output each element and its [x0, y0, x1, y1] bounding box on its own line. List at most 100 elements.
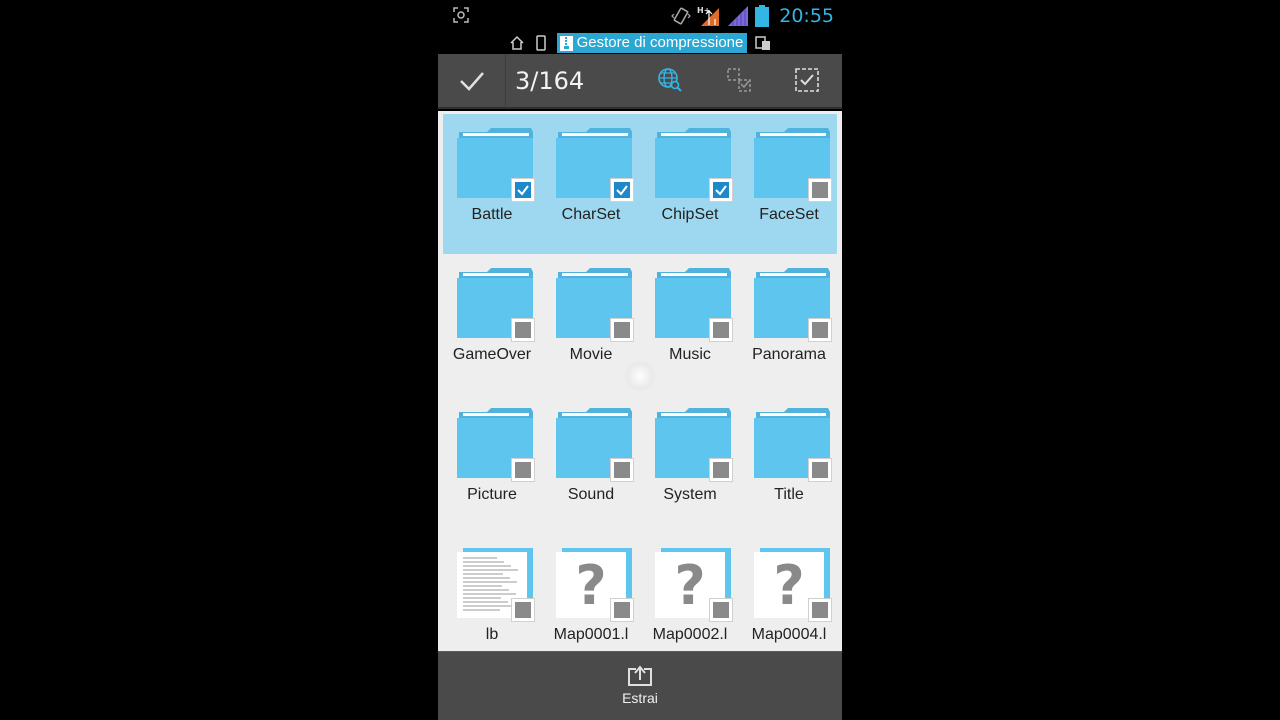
folder-icon — [556, 268, 634, 342]
grid-item[interactable]: Music — [641, 254, 739, 394]
grid-item-label: Panorama — [752, 346, 826, 363]
grid-item[interactable]: CharSet — [542, 114, 640, 254]
checkbox-fill — [713, 322, 729, 338]
phone-icon — [535, 35, 546, 51]
checkbox-fill — [614, 602, 630, 618]
svg-text:?: ? — [575, 554, 606, 617]
checkbox-unchecked[interactable] — [808, 318, 832, 342]
grid-item-label: Map0002.l — [652, 626, 728, 643]
grid-item[interactable]: System — [641, 394, 739, 534]
checkbox-unchecked[interactable] — [709, 458, 733, 482]
check-icon — [517, 185, 529, 196]
checkbox-fill — [812, 182, 828, 198]
check-icon — [715, 185, 727, 196]
grid-item[interactable]: Battle — [443, 114, 541, 254]
touch-ripple — [625, 361, 655, 391]
invert-selection-button[interactable] — [725, 66, 753, 94]
checkbox-fill — [614, 462, 630, 478]
unknown-file-icon: ? — [754, 548, 832, 622]
done-button[interactable] — [438, 54, 506, 107]
grid-item[interactable]: Picture — [443, 394, 541, 534]
checkbox-unchecked[interactable] — [610, 458, 634, 482]
extract-icon — [628, 665, 652, 686]
screen-share-icon — [755, 36, 771, 50]
checkbox-unchecked[interactable] — [511, 458, 535, 482]
select-all-icon — [795, 68, 819, 92]
folder-icon — [556, 408, 634, 482]
checkbox-unchecked[interactable] — [709, 598, 733, 622]
status-time: 20:55 — [779, 5, 834, 27]
checkbox-unchecked[interactable] — [610, 318, 634, 342]
grid-item-label: Map0001.l — [553, 626, 629, 643]
checkbox-fill — [515, 462, 531, 478]
checkbox-unchecked[interactable] — [511, 318, 535, 342]
grid-item-label: System — [663, 486, 717, 503]
checkbox-unchecked[interactable] — [610, 598, 634, 622]
folder-icon — [655, 408, 733, 482]
notification-ticker: Gestore di compressione — [438, 32, 842, 54]
select-all-button[interactable] — [793, 66, 821, 94]
phone-screen: H+ 20:55 Gestore di compressione 3/164 B… — [438, 0, 842, 720]
grid-item[interactable]: FaceSet — [740, 114, 838, 254]
grid-item[interactable]: ChipSet — [641, 114, 739, 254]
extract-button[interactable]: Estrai — [600, 664, 680, 718]
network-type-label: H+ — [697, 6, 710, 15]
screenshot-icon — [453, 7, 469, 23]
grid-item-label: Sound — [567, 486, 615, 503]
checkbox-fill — [812, 322, 828, 338]
folder-icon — [655, 268, 733, 342]
checkbox-fill — [812, 602, 828, 618]
checkbox-fill — [515, 602, 531, 618]
folder-icon — [754, 408, 832, 482]
text-file-icon — [457, 548, 535, 622]
svg-text:?: ? — [674, 554, 705, 617]
extract-label: Estrai — [622, 690, 658, 706]
folder-icon — [457, 128, 535, 202]
unknown-file-icon: ? — [655, 548, 733, 622]
grid-item-label: GameOver — [452, 346, 532, 363]
checkbox-checked[interactable] — [610, 178, 634, 202]
folder-icon — [556, 128, 634, 202]
archive-icon — [559, 35, 573, 51]
folder-icon — [754, 128, 832, 202]
grid-item-label: Title — [774, 486, 804, 503]
check-icon — [616, 185, 628, 196]
checkmark-icon — [459, 71, 484, 91]
home-icon — [510, 35, 524, 50]
file-grid: Battle CharSet ChipSet FaceSet GameOver Movie… — [438, 111, 842, 651]
grid-item-label: FaceSet — [759, 206, 819, 223]
globe-search-button[interactable] — [656, 66, 684, 94]
action-bar: 3/164 — [438, 54, 842, 109]
signal-icon — [728, 6, 749, 26]
checkbox-checked[interactable] — [709, 178, 733, 202]
checkbox-fill — [515, 322, 531, 338]
folder-icon — [457, 408, 535, 482]
svg-text:?: ? — [773, 554, 804, 617]
globe-search-icon — [658, 68, 682, 92]
invert-selection-icon — [727, 68, 751, 92]
checkbox-unchecked[interactable] — [808, 178, 832, 202]
folder-icon — [754, 268, 832, 342]
folder-icon — [655, 128, 733, 202]
ticker-app-title: Gestore di compressione — [556, 33, 748, 53]
checkbox-fill — [713, 602, 729, 618]
grid-item[interactable]: Panorama — [740, 254, 838, 394]
checkbox-checked[interactable] — [511, 178, 535, 202]
checkbox-unchecked[interactable] — [808, 598, 832, 622]
checkbox-unchecked[interactable] — [709, 318, 733, 342]
checkbox-unchecked[interactable] — [511, 598, 535, 622]
grid-item[interactable]: GameOver — [443, 254, 541, 394]
battery-icon — [755, 5, 770, 27]
grid-item[interactable]: Title — [740, 394, 838, 534]
ticker-title-text: Gestore di compressione — [576, 34, 744, 51]
grid-item-label: CharSet — [561, 206, 621, 223]
grid-item-label: Battle — [471, 206, 513, 223]
grid-item[interactable]: Sound — [542, 394, 640, 534]
grid-item-label: Movie — [569, 346, 613, 363]
grid-item-label: Map0004.l — [751, 626, 827, 643]
status-bar: H+ 20:55 — [438, 0, 842, 32]
checkbox-fill — [812, 462, 828, 478]
folder-icon — [457, 268, 535, 342]
checkbox-unchecked[interactable] — [808, 458, 832, 482]
status-icons: H+ 20:55 — [671, 4, 834, 28]
